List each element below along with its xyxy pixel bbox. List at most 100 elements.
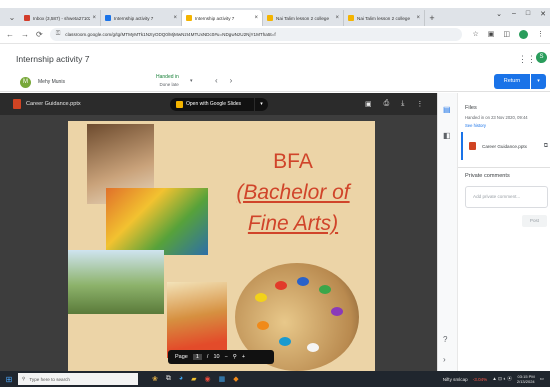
tab-search-icon[interactable]: ⌄ — [4, 10, 20, 26]
taskbar-search-input[interactable]: ⚲ Type here to search — [18, 373, 138, 385]
tab-close-icon[interactable]: × — [254, 15, 258, 21]
url-text: classroom.google.com/g/tg/MTMyMTk1NzIyOD… — [65, 32, 276, 37]
browser-tab[interactable]: Internship activity 7 × — [101, 10, 182, 26]
panel-rail: ▤ ◧ ? › — [438, 93, 458, 371]
tab-favicon-icon — [348, 15, 354, 21]
return-button[interactable]: Return — [494, 74, 530, 89]
more-options-icon[interactable]: ⋮ — [416, 100, 423, 108]
browser-tab[interactable]: Nai Talim lesson 2 college × — [263, 10, 344, 26]
file-explorer-icon[interactable]: ▰ — [191, 375, 196, 383]
student-avatar: M — [20, 77, 31, 88]
url-input[interactable]: ⚿ classroom.google.com/g/tg/MTMyMTk1NzIy… — [49, 28, 463, 41]
files-heading: Files — [465, 105, 477, 111]
tab-close-icon[interactable]: × — [335, 15, 339, 21]
files-tab-icon[interactable]: ▤ — [443, 105, 451, 114]
forward-button[interactable]: → — [21, 30, 29, 39]
window-controls: ⌄ – □ ✕ — [496, 10, 546, 18]
slide-heading: BFA (Bachelor of Fine Arts) — [228, 146, 358, 239]
search-icon: ⚲ — [22, 376, 26, 381]
download-icon[interactable]: ⤓ — [401, 100, 404, 108]
extension-icon[interactable]: ▣ — [488, 30, 495, 39]
add-comment-icon[interactable]: ▣ — [365, 100, 372, 108]
taskbar-search-placeholder: Type here to search — [29, 376, 70, 382]
app-icon[interactable]: ◆ — [233, 375, 238, 383]
maximize-button[interactable]: □ — [526, 10, 530, 18]
screen: ⌄ Inbox (3,587) - shweta27102 × Internship… — [0, 0, 550, 387]
viewer-actions: ▣ ⎙ ⤓ ⋮ — [365, 100, 423, 108]
store-icon[interactable]: ▦ — [219, 375, 226, 383]
viewer-toolbar: Career Guidance.pptx Open with Google Sl… — [0, 93, 437, 115]
autumn-painting-image — [106, 188, 208, 255]
return-dropdown-button[interactable]: ▾ — [531, 74, 546, 89]
taskbar-apps: ❀ ⧉ ◕ ▰ ◉ ▦ ◆ — [152, 375, 239, 383]
see-history-link[interactable]: See history — [465, 123, 486, 128]
back-button[interactable]: ← — [6, 30, 14, 39]
news-widget-icon[interactable]: ❀ — [152, 375, 158, 383]
browser-tab[interactable]: Inbox (3,587) - shweta27102 × — [20, 10, 101, 26]
start-button[interactable]: ⊞ — [0, 375, 18, 384]
next-student-button[interactable]: › — [230, 76, 245, 85]
side-panel-icon[interactable]: ◫ — [503, 30, 510, 39]
tray-icons[interactable]: ▲ ⊡ ◐ ⦿ — [492, 376, 512, 382]
page-label: Page — [175, 354, 188, 360]
help-icon[interactable]: ? — [443, 335, 447, 344]
attached-file-name: Career Guidance.pptx — [482, 143, 527, 149]
account-avatar[interactable]: S — [536, 52, 547, 63]
tab-title: Inbox (3,587) - shweta27102 — [33, 15, 91, 21]
student-select-dropdown-icon[interactable]: ▾ — [190, 78, 193, 84]
new-tab-button[interactable]: + — [425, 10, 439, 26]
student-nav: ‹› — [215, 76, 244, 85]
task-view-icon[interactable]: ⧉ — [166, 375, 171, 383]
tab-list-chevron-icon[interactable]: ⌄ — [496, 10, 502, 18]
post-button[interactable]: Post — [522, 215, 547, 227]
close-window-button[interactable]: ✕ — [540, 10, 546, 18]
stock-ticker-label[interactable]: Nifty smlcap — [443, 377, 468, 382]
browser-tab[interactable]: Internship activity 7 × — [182, 10, 263, 26]
viewer-file-name: Career Guidance.pptx — [26, 101, 81, 107]
page-total: 10 — [213, 354, 220, 360]
tab-close-icon[interactable]: × — [416, 15, 420, 21]
chrome-icon[interactable]: ◉ — [205, 375, 211, 383]
open-with-dropdown-button[interactable]: ▾ — [255, 98, 268, 111]
open-with-slides-button[interactable]: Open with Google Slides — [170, 98, 254, 111]
stock-ticker-change: -3.04% — [472, 376, 488, 382]
previous-student-button[interactable]: ‹ — [215, 76, 230, 85]
tab-title: Nai Talim lesson 2 college — [276, 15, 330, 21]
pptx-file-icon — [469, 142, 476, 150]
edge-icon[interactable]: ◕ — [179, 375, 183, 383]
zoom-in-button[interactable]: + — [242, 354, 245, 360]
woman-painting-image — [167, 282, 227, 358]
site-info-icon[interactable]: ⚿ — [56, 31, 61, 38]
file-viewer: Career Guidance.pptx Open with Google Sl… — [0, 93, 437, 371]
clock-date: 2/13/2024 — [516, 379, 535, 384]
page-number-input[interactable]: 1 — [192, 354, 202, 360]
status-done-late: Done late — [159, 82, 179, 87]
attached-file-item[interactable]: Career Guidance.pptx ⧉ — [461, 132, 550, 160]
zoom-out-button[interactable]: − — [225, 354, 228, 360]
tab-favicon-icon — [24, 15, 30, 21]
tab-title: Internship activity 7 — [114, 15, 154, 21]
zoom-icon: ⚲ — [232, 354, 237, 360]
slide-preview: BFA (Bachelor of Fine Arts) — [68, 121, 375, 371]
tab-close-icon[interactable]: × — [173, 15, 177, 21]
reload-button[interactable]: ⟳ — [36, 30, 43, 39]
student-name[interactable]: Mehy Munis — [38, 79, 65, 85]
bookmark-star-icon[interactable]: ☆ — [472, 30, 478, 39]
slide-line-3: Fine Arts) — [247, 212, 339, 235]
print-icon[interactable]: ⎙ — [384, 100, 390, 108]
browser-menu-icon[interactable]: ⋮ — [537, 30, 544, 39]
expand-panel-icon[interactable]: › — [443, 355, 446, 364]
minimize-button[interactable]: – — [512, 10, 516, 18]
browser-tab[interactable]: Nai Talim lesson 2 college × — [344, 10, 425, 26]
private-comment-input[interactable]: Add private comment... — [465, 186, 548, 208]
private-comments-heading: Private comments — [465, 173, 510, 179]
tab-list: Inbox (3,587) - shweta27102 × Internship a… — [20, 10, 425, 26]
slide-line-1: BFA — [273, 150, 313, 173]
notifications-icon[interactable]: ▭ — [540, 376, 544, 382]
tab-close-icon[interactable]: × — [92, 15, 96, 21]
rubric-tab-icon[interactable]: ◧ — [443, 131, 451, 140]
clock[interactable]: 03:15 PM 2/13/2024 — [517, 374, 535, 384]
open-in-new-icon[interactable]: ⧉ — [544, 143, 548, 150]
profile-avatar[interactable] — [519, 30, 528, 39]
assignment-title: Internship activity 7 — [16, 54, 90, 64]
